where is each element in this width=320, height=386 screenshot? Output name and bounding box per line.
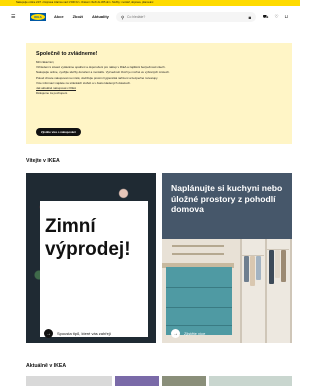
promo-link[interactable]: → Zjistěte více <box>171 329 205 338</box>
notice-text: Děkujeme za pochopení. <box>36 91 68 96</box>
promo-link[interactable]: → Spousta tipů, které vás zahřejí <box>44 329 111 338</box>
notice-text: Pokud chcete nakupovat na místě, dodržuj… <box>36 75 159 80</box>
header-icons: ⛟ ♡ ⊔ <box>263 14 288 21</box>
notice-text: Milí zákazníci, <box>36 60 55 64</box>
news-card[interactable] <box>115 376 159 386</box>
news-card[interactable] <box>162 376 206 386</box>
notice-text: Více informací najdete na stránkách služ… <box>36 80 131 85</box>
search-input[interactable]: Co hledáte? <box>127 15 145 19</box>
notice-text: Vzhledem k situaci vydáváme opatření a d… <box>36 65 166 70</box>
site-header: ☰ IKEA Akce Zboží Aktuality ⚲ Co hledáte… <box>0 6 300 28</box>
news-card[interactable] <box>26 376 112 386</box>
notice-text: Nakupujte online, využijte služby doruče… <box>36 70 170 75</box>
ikea-logo[interactable]: IKEA <box>30 13 46 21</box>
arrow-right-icon[interactable]: → <box>171 329 180 338</box>
heart-icon[interactable]: ♡ <box>274 14 278 21</box>
nav-item-akce[interactable]: Akce <box>54 14 64 19</box>
news-title: Aktuálně v IKEA <box>26 363 67 369</box>
promo-headline: Naplánujte si kuchyni nebo úložné prosto… <box>171 183 283 214</box>
promo-winter-sale[interactable]: Zimní výprodej! → Spousta tipů, které vá… <box>26 173 156 343</box>
notice-link[interactable]: Jak aktuálně nakupovat v IKEA <box>36 86 282 90</box>
logo-text: IKEA <box>31 14 45 20</box>
search-icon[interactable]: ⚲ <box>121 15 124 21</box>
menu-icon[interactable]: ☰ <box>11 14 15 20</box>
learn-more-button[interactable]: Zjistěte více o nakupování <box>36 128 81 136</box>
promo-link-label[interactable]: Zjistěte více <box>184 331 205 336</box>
main-nav: Akce Zboží Aktuality <box>54 14 109 19</box>
welcome-title: Vítejte v IKEA <box>26 158 60 164</box>
camera-icon[interactable]: ◙ <box>249 15 251 20</box>
promo-kitchen-planning[interactable]: Naplánujte si kuchyni nebo úložné prosto… <box>162 173 292 343</box>
news-thumbnails <box>26 376 292 386</box>
nav-item-aktuality[interactable]: Aktuality <box>92 14 109 19</box>
announcement-text[interactable]: Nakupujte online 24/7 • Doprava zdarma n… <box>16 1 153 4</box>
nav-item-zbozi[interactable]: Zboží <box>73 14 83 19</box>
cart-icon[interactable]: ⊔ <box>284 14 288 21</box>
notice-title: Společně to zvládneme! <box>36 51 98 57</box>
promo-link-label[interactable]: Spousta tipů, které vás zahřejí <box>57 331 111 336</box>
promo-headline: Zimní výprodej! <box>45 216 131 260</box>
arrow-right-icon[interactable]: → <box>44 329 53 338</box>
news-card[interactable] <box>209 376 292 386</box>
search-bar[interactable]: ⚲ Co hledáte? ◙ <box>116 12 256 22</box>
covid-notice: Společně to zvládneme! Milí zákazníci, V… <box>26 43 292 144</box>
truck-icon[interactable]: ⛟ <box>263 14 269 21</box>
promo-card: Zimní výprodej! <box>40 201 148 337</box>
kitchen-image <box>162 239 292 343</box>
